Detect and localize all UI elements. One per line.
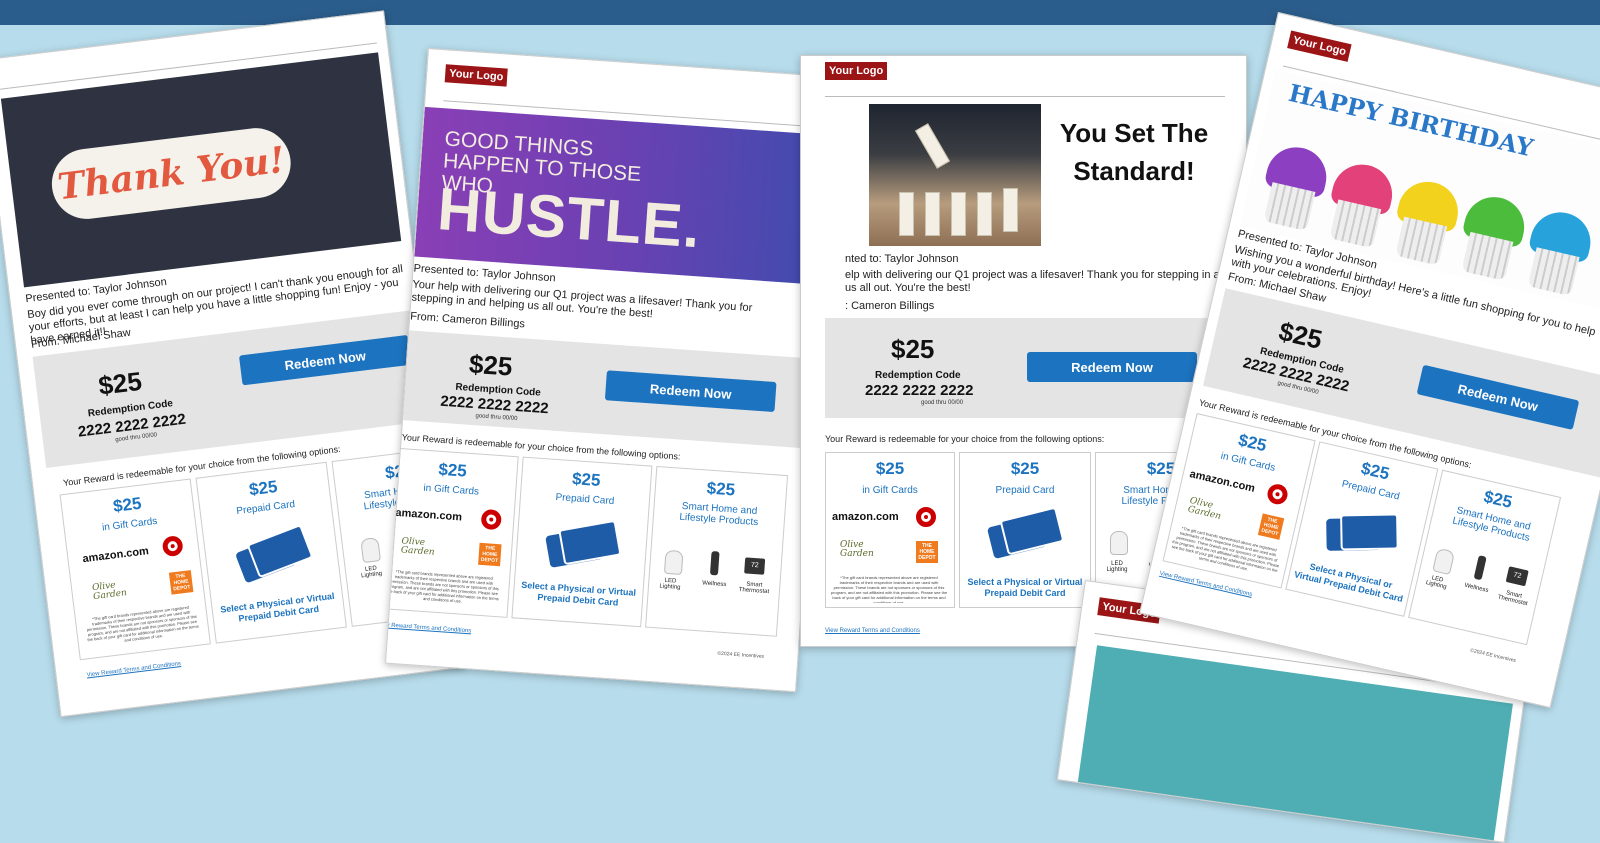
target-icon: [480, 508, 502, 531]
your-logo: Your Logo: [1287, 30, 1352, 62]
redeem-now-button[interactable]: Redeem Now: [1027, 352, 1197, 382]
redeem-panel: $25 Redemption Code 2222 2222 2222 good …: [825, 318, 1245, 418]
your-logo: Your Logo: [444, 64, 508, 87]
from-line: From: Cameron Billings: [409, 310, 526, 331]
redemption-code-label: Redemption Code: [875, 370, 961, 381]
redeem-now-button[interactable]: Redeem Now: [604, 370, 777, 413]
home-depot-icon: THE HOME DEPOT: [916, 541, 938, 563]
bulb-icon: [1432, 547, 1456, 576]
smart-home-option[interactable]: $25 Smart Home and Lifestyle Products 72…: [645, 465, 789, 637]
option-amount: $25: [875, 459, 905, 478]
wellness-label: Wellness: [701, 580, 727, 589]
from-line: : Cameron Billings: [845, 300, 935, 312]
debit-card-icon: [234, 523, 314, 584]
amazon-logo: amazon.com: [832, 511, 899, 523]
choice-text: Your Reward is redeemable for your choic…: [825, 434, 1105, 444]
smart-thermostat-label: Smart Thermostat: [1497, 590, 1529, 608]
fine-print: *The gift card brands represented above …: [386, 569, 499, 604]
option-title: in Gift Cards: [862, 485, 918, 496]
home-depot-icon: THE HOME DEPOT: [478, 542, 502, 567]
gift-card-option[interactable]: $25 in Gift Cards amazon.com Olive Garde…: [59, 478, 211, 661]
terms-link[interactable]: View Reward Terms and Conditions: [385, 622, 471, 635]
bottle-icon: [709, 551, 720, 576]
thank-you-banner: Thank You!: [0, 52, 402, 288]
gift-card-option[interactable]: $25 in Gift Cards amazon.com Olive Garde…: [384, 447, 519, 618]
target-icon: [161, 534, 184, 558]
gift-card-option[interactable]: $25 in Gift Cards amazon.com Olive Garde…: [825, 452, 955, 608]
copyright: ©2024 EE Incentives: [1469, 647, 1517, 665]
birthday-text: HAPPY BIRTHDAY: [1286, 77, 1536, 163]
option-amount: $25: [1010, 459, 1040, 478]
prepaid-card-option[interactable]: $25 Prepaid Card Select a Physical or Vi…: [195, 461, 347, 644]
target-icon: [916, 507, 936, 527]
amazon-logo: amazon.com: [81, 545, 150, 566]
led-lighting-label: LED Lighting: [1425, 575, 1448, 591]
headline: You Set The Standard!: [1059, 118, 1209, 186]
fine-print: *The gift card brands represented above …: [830, 575, 948, 603]
prepaid-card-option[interactable]: $25 Prepaid Card Select a Physical or Vi…: [511, 456, 653, 628]
olive-garden-logo: Olive Garden: [1186, 495, 1222, 522]
debit-card-icon: [1322, 503, 1401, 566]
terms-link[interactable]: View Reward Terms and Conditions: [825, 628, 920, 634]
copyright: ©2024 EE Incentives: [717, 650, 765, 660]
redeem-panel: $25 Redemption Code 2222 2222 2222 good …: [402, 330, 809, 449]
option-title: Smart Home and Lifestyle Products: [679, 500, 759, 529]
reward-amount: $25: [891, 334, 935, 364]
top-banner-bar: [0, 0, 1600, 25]
debit-card-icon: [545, 519, 622, 573]
led-lighting-label: LED Lighting: [1106, 561, 1128, 573]
redemption-code: 2222 2222 2222: [865, 382, 974, 399]
reward-amount: $25: [96, 365, 144, 401]
cupcake-icon: [1454, 191, 1531, 282]
divider: [825, 96, 1225, 97]
olive-garden-logo: Olive Garden: [400, 536, 435, 558]
terms-link[interactable]: View Reward Terms and Conditions: [86, 661, 181, 679]
bottle-icon: [1473, 555, 1487, 581]
your-logo: Your Logo: [825, 62, 888, 80]
fine-print: *The gift card brands represented above …: [86, 604, 199, 643]
redeem-now-button[interactable]: Redeem Now: [238, 334, 412, 386]
thermostat-icon: 72: [1505, 566, 1529, 587]
target-icon: [1265, 482, 1290, 507]
amazon-logo: amazon.com: [395, 506, 463, 524]
reward-amount: $25: [1276, 315, 1326, 355]
bulb-icon: [1110, 531, 1128, 555]
cupcake-icon: [1387, 175, 1464, 267]
led-lighting-label: LED Lighting: [659, 577, 681, 591]
option-subtitle: Select a Physical or Virtual Prepaid Deb…: [967, 577, 1083, 598]
bulb-icon: [663, 549, 684, 575]
good-thru: good thru 00/00: [921, 400, 964, 406]
home-depot-icon: THE HOME DEPOT: [1257, 513, 1285, 540]
hustle-banner: GOOD THINGS HAPPEN TO THOSE WHO HUSTLE.: [414, 106, 834, 286]
wellness-label: Wellness: [1463, 582, 1489, 595]
redeem-now-button[interactable]: Redeem Now: [1416, 364, 1580, 430]
olive-garden-logo: Olive Garden: [91, 580, 128, 603]
thank-you-text: Thank You!: [47, 124, 295, 223]
hustle-reward-card: Your Logo GOOD THINGS HAPPEN TO THOSE WH…: [384, 48, 839, 693]
bulb-icon: [360, 537, 382, 564]
presented-to: nted to: Taylor Johnson: [845, 253, 959, 265]
cupcake-icon: [1520, 206, 1597, 297]
option-subtitle: Select a Physical or Virtual Prepaid Deb…: [520, 579, 637, 608]
olive-garden-logo: Olive Garden: [840, 540, 874, 559]
option-subtitle: Select a Physical or Virtual Prepaid Deb…: [1293, 561, 1404, 604]
debit-card-icon: [986, 506, 1065, 560]
dominos-photo: [869, 104, 1041, 246]
option-subtitle: Select a Physical or Virtual Prepaid Deb…: [219, 590, 335, 624]
amazon-logo: amazon.com: [1188, 468, 1257, 495]
thermostat-icon: 72: [744, 557, 766, 575]
option-title: Prepaid Card: [995, 485, 1055, 496]
smart-thermostat-label: Smart Thermostat: [738, 581, 770, 596]
home-depot-icon: THE HOME DEPOT: [168, 570, 194, 595]
led-lighting-label: LED Lighting: [360, 565, 383, 580]
cupcake-icon: [1256, 141, 1333, 232]
cupcake-icon: [1322, 158, 1399, 250]
message: elp with delivering our Q1 project was a…: [845, 269, 1242, 294]
reward-amount: $25: [468, 348, 514, 382]
prepaid-card-option[interactable]: $25 Prepaid Card Select a Physical or Vi…: [959, 452, 1091, 608]
